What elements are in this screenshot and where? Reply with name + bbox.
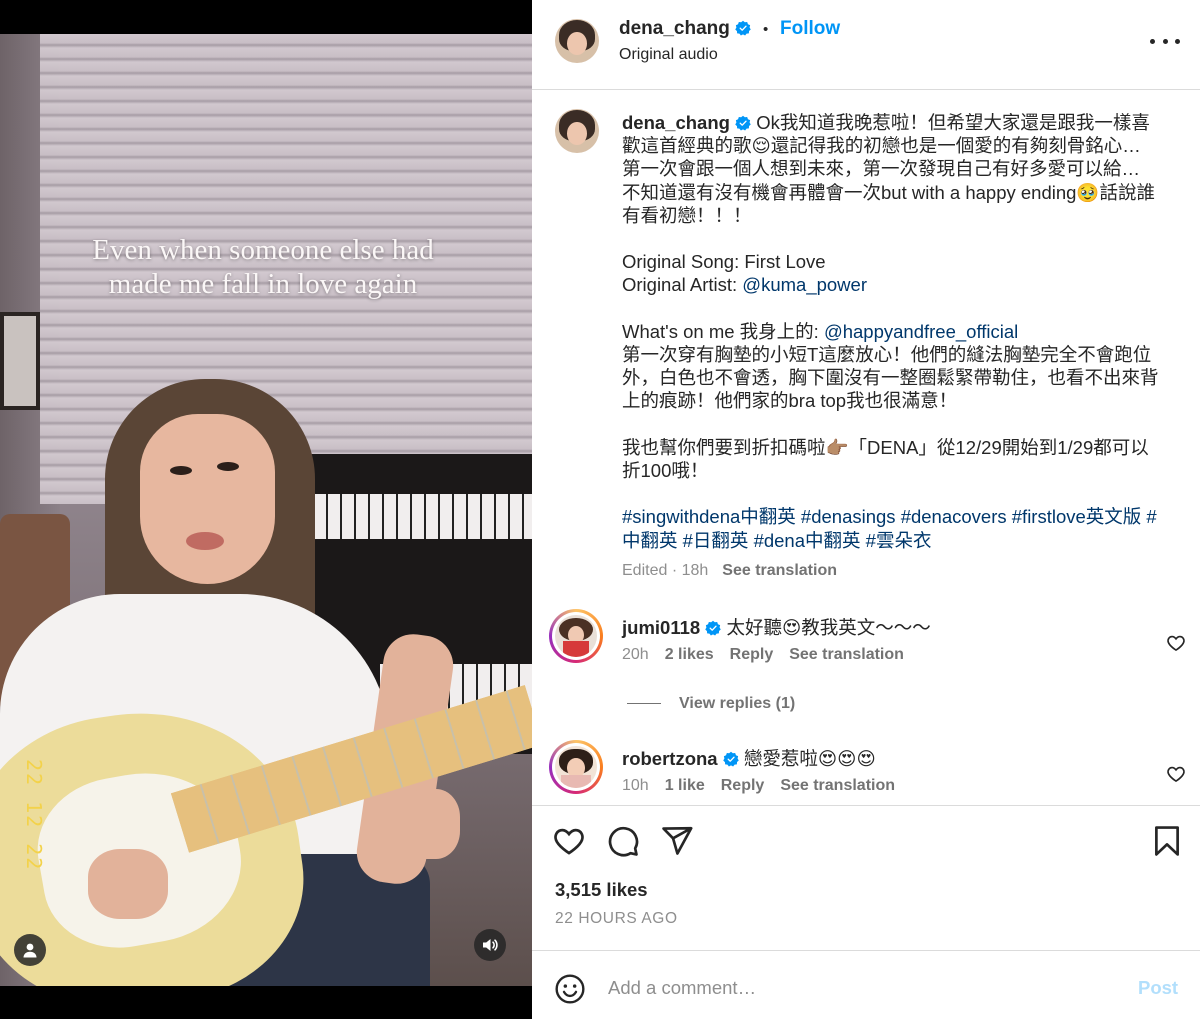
comment-like-heart-icon[interactable]: [1166, 764, 1186, 784]
video-date-stamp: 22 12 22: [22, 759, 46, 872]
caption-wear-text: 第一次穿有胸墊的小短T這麼放心！他們的縫法胸墊完全不會跑位外，白色也不會透，胸下…: [622, 344, 1159, 412]
share-send-icon[interactable]: [660, 824, 694, 858]
commenter-username[interactable]: robertzona: [622, 748, 718, 769]
comment-time: 20h: [622, 646, 649, 663]
more-options-icon[interactable]: [1150, 28, 1180, 54]
post-timestamp: 22 HOURS AGO: [555, 910, 678, 927]
save-bookmark-icon[interactable]: [1150, 824, 1184, 858]
tagged-user-button[interactable]: [14, 934, 46, 966]
caption-song: Original Song: First Love: [622, 251, 826, 273]
video-person-eye: [217, 462, 239, 471]
audio-link[interactable]: Original audio: [619, 46, 718, 64]
verified-badge-icon: [735, 20, 751, 36]
view-replies-button[interactable]: View replies (1): [627, 695, 795, 713]
caption-username[interactable]: dena_chang: [622, 112, 730, 133]
video-person-lips: [186, 532, 224, 550]
sound-toggle-button[interactable]: [474, 929, 506, 961]
comment-item: robertzona 戀愛惹啦😍😍😍 10h 1 like Reply See tra…: [532, 740, 1200, 804]
follow-button[interactable]: Follow: [780, 18, 840, 40]
caption-hashtags[interactable]: #singwithdena中翻英 #denasings #denacovers …: [622, 505, 1162, 551]
caption-discount: 我也幫你們要到折扣碼啦👉🏽「DENA」從12/29開始到1/29都可以折100哦…: [622, 436, 1149, 481]
comment-item: jumi0118 太好聽😍教我英文～～～ 20h 2 likes Reply See …: [532, 609, 1200, 689]
video-piano-keys: [300, 494, 532, 539]
comment-bubble-icon[interactable]: [606, 824, 640, 858]
post-media: Even when someone else had made me fall …: [0, 0, 532, 1019]
comment-reply-button[interactable]: Reply: [730, 646, 774, 663]
video-overlay-caption: Even when someone else had made me fall …: [0, 233, 526, 301]
comment-reply-button[interactable]: Reply: [721, 777, 765, 794]
caption-edited-time: Edited · 18h: [622, 562, 709, 579]
commenter-avatar[interactable]: [549, 609, 603, 663]
caption-author-avatar[interactable]: [555, 109, 599, 153]
speaker-icon: [483, 939, 498, 951]
comment-input[interactable]: [608, 973, 1108, 1003]
view-replies-label: View replies (1): [679, 695, 796, 712]
commenter-avatar[interactable]: [549, 740, 603, 794]
video-picture-frame: [0, 312, 40, 410]
brand-mention-link[interactable]: @happyandfree_official: [824, 321, 1018, 342]
post-actions: 3,515 likes 22 HOURS AGO: [532, 805, 1200, 950]
like-heart-icon[interactable]: [552, 824, 586, 858]
overlay-line: made me fall in love again: [108, 268, 418, 300]
author-avatar[interactable]: [555, 19, 599, 63]
comment-see-translation-button[interactable]: See translation: [789, 646, 904, 663]
view-replies-line: [627, 703, 661, 705]
emoji-smiley-icon[interactable]: [554, 973, 586, 1005]
video-player[interactable]: Even when someone else had made me fall …: [0, 34, 532, 986]
comment-text: 戀愛惹啦😍😍😍: [743, 748, 876, 769]
header-separator: •: [763, 21, 769, 38]
author-username: dena_chang: [619, 18, 730, 39]
caption-artist-prefix: Original Artist:: [622, 274, 743, 296]
user-icon: [23, 943, 37, 958]
comment-like-heart-icon[interactable]: [1166, 633, 1186, 653]
caption-meta: Edited · 18h See translation: [622, 562, 837, 580]
comment-likes-count[interactable]: 2 likes: [665, 646, 714, 663]
post-details-panel: dena_chang • Follow Original audio dena_…: [532, 0, 1200, 1019]
video-person-hand: [88, 849, 168, 919]
artist-mention-link[interactable]: @kuma_power: [742, 274, 867, 295]
caption-see-translation-button[interactable]: See translation: [722, 562, 837, 579]
post-comment-button[interactable]: Post: [1138, 977, 1178, 999]
comment-likes-count[interactable]: 1 like: [665, 777, 705, 794]
author-username-link[interactable]: dena_chang: [619, 18, 751, 40]
caption-wear-prefix: What's on me 我身上的:: [622, 320, 824, 342]
commenter-username[interactable]: jumi0118: [622, 617, 700, 638]
video-person-face: [140, 414, 275, 584]
verified-badge-icon: [705, 620, 722, 636]
verified-badge-icon: [722, 751, 739, 767]
video-person-hand: [400, 789, 460, 859]
comment-text: 太好聽😍教我英文～～～: [726, 617, 931, 638]
post-header: dena_chang • Follow Original audio: [532, 0, 1200, 90]
add-comment-bar: Post: [532, 950, 1200, 1019]
comment-time: 10h: [622, 777, 649, 794]
post-caption: dena_chang Ok我知道我晚惹啦！但希望大家還是跟我一樣喜歡這首經典的歌…: [622, 111, 1162, 552]
post-likes-count[interactable]: 3,515 likes: [555, 879, 648, 901]
comments-scroll-area[interactable]: dena_chang Ok我知道我晚惹啦！但希望大家還是跟我一樣喜歡這首經典的歌…: [532, 91, 1200, 804]
overlay-line: Even when someone else had: [92, 234, 434, 266]
verified-badge-icon: [735, 115, 751, 131]
video-person-eye: [170, 466, 192, 475]
comment-see-translation-button[interactable]: See translation: [780, 777, 895, 794]
